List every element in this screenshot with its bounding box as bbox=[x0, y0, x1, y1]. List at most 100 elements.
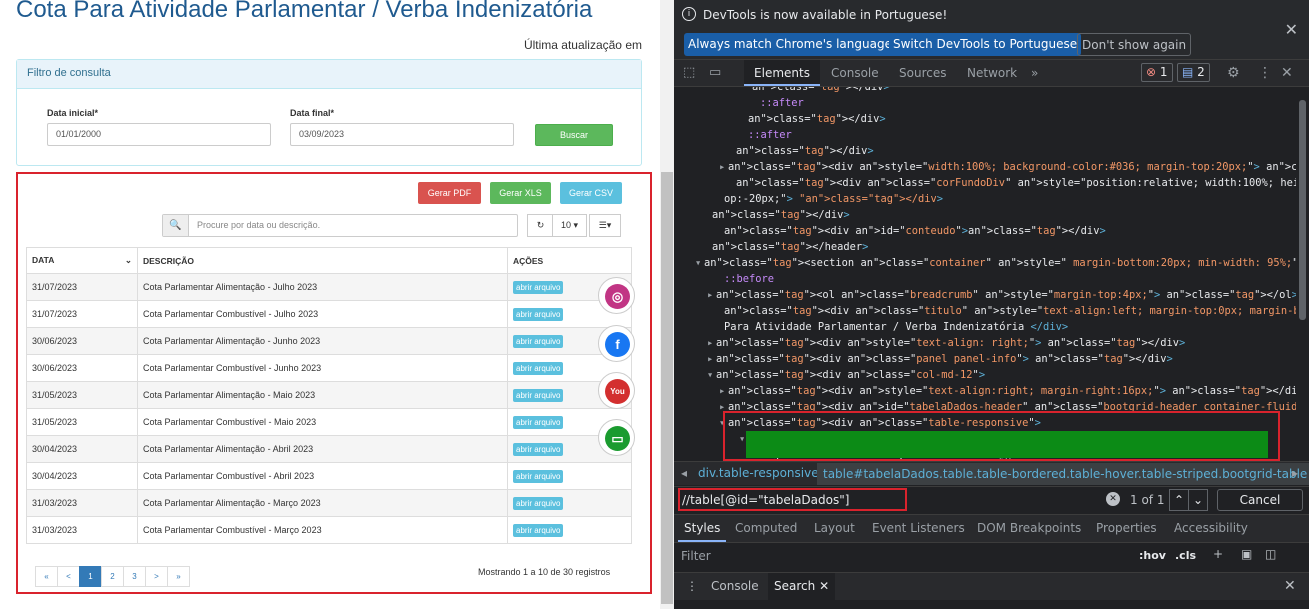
settings-icon[interactable]: ⚙ bbox=[1227, 60, 1240, 86]
table-row[interactable]: 30/06/2023 Cota Parlamentar Alimentação -… bbox=[26, 327, 632, 355]
tab-console[interactable]: Console bbox=[831, 60, 879, 86]
dom-line[interactable]: ▸ an">class="tag"><div an">class="panel p… bbox=[707, 351, 1173, 367]
table-row[interactable]: 31/03/2023 Cota Parlamentar Combustível -… bbox=[26, 516, 632, 544]
open-file-button[interactable]: abrir arquivo bbox=[513, 334, 564, 348]
switch-language-button[interactable]: Switch DevTools to Portuguese bbox=[889, 33, 1082, 56]
tab-dom-breakpoints[interactable]: DOM Breakpoints bbox=[977, 521, 1081, 535]
drawer-menu-icon[interactable]: ⋮ bbox=[686, 579, 698, 593]
dom-line[interactable]: ▸ an">class="tag"><div an">style="text-al… bbox=[707, 335, 1185, 351]
dom-line[interactable]: an">class="tag"><div an">id="conteudo">a… bbox=[724, 223, 1106, 239]
open-file-button[interactable]: abrir arquivo bbox=[513, 280, 564, 294]
table-row[interactable]: 31/05/2023 Cota Parlamentar Alimentação -… bbox=[26, 381, 632, 409]
close-devtools-icon[interactable]: ✕ bbox=[1281, 60, 1293, 86]
breadcrumb-item-table[interactable]: table#tabelaDados.table.table-bordered.t… bbox=[817, 463, 1309, 485]
hov-toggle[interactable]: :hov bbox=[1139, 549, 1166, 562]
csv-button[interactable]: Gerar CSV bbox=[560, 182, 622, 204]
last-page-button[interactable]: » bbox=[167, 566, 190, 587]
drawer-tab-search[interactable]: Search ✕ bbox=[768, 573, 836, 600]
table-row[interactable]: 31/07/2023 Cota Parlamentar Combustível -… bbox=[26, 300, 632, 328]
dom-line[interactable]: ::after bbox=[760, 95, 804, 111]
tab-event-listeners[interactable]: Event Listeners bbox=[872, 521, 965, 535]
page-button-3[interactable]: 3 bbox=[123, 566, 146, 587]
pdf-button[interactable]: Gerar PDF bbox=[418, 182, 481, 204]
tab-properties[interactable]: Properties bbox=[1096, 521, 1157, 535]
open-file-button[interactable]: abrir arquivo bbox=[513, 388, 564, 402]
xls-button[interactable]: Gerar XLS bbox=[490, 182, 551, 204]
styles-filter-input[interactable]: Filter bbox=[681, 549, 711, 563]
table-row[interactable]: 31/05/2023 Cota Parlamentar Combustível -… bbox=[26, 408, 632, 436]
table-search-input[interactable]: Procure por data ou descrição. bbox=[197, 220, 320, 230]
dont-show-button[interactable]: Don't show again bbox=[1077, 33, 1192, 56]
page-button-1[interactable]: 1 bbox=[79, 566, 102, 587]
dom-line[interactable]: ▸ an">class="tag"><div an">style="width:1… bbox=[719, 159, 1296, 175]
close-icon[interactable]: ✕ bbox=[1285, 20, 1298, 39]
page-size-dropdown[interactable]: 10 ▾ bbox=[552, 214, 587, 237]
messages-badge[interactable]: ▤ 2 bbox=[1177, 63, 1210, 82]
table-row[interactable]: 31/07/2023 Cota Parlamentar Alimentação -… bbox=[26, 273, 632, 301]
open-file-button[interactable]: abrir arquivo bbox=[513, 415, 564, 429]
dom-line[interactable]: an">class="tag"></div> bbox=[736, 143, 874, 159]
column-header-date[interactable]: DATA ⌄ bbox=[26, 247, 138, 274]
columns-menu-icon[interactable]: ☰▾ bbox=[589, 214, 621, 237]
new-rule-icon[interactable]: + bbox=[1213, 547, 1223, 561]
clear-search-icon[interactable]: ✕ bbox=[1106, 492, 1120, 506]
breadcrumb-left-icon[interactable]: ◂ bbox=[681, 466, 687, 480]
cls-toggle[interactable]: .cls bbox=[1175, 549, 1196, 562]
instagram-icon[interactable]: ◎ bbox=[598, 277, 635, 314]
youtube-icon[interactable]: You bbox=[598, 372, 635, 409]
dom-line[interactable]: an">class="tag"></div> bbox=[712, 207, 850, 223]
search-next-icon[interactable]: ⌄ bbox=[1188, 489, 1208, 511]
dom-line[interactable]: an">class="tag"></div> bbox=[752, 87, 890, 95]
open-file-button[interactable]: abrir arquivo bbox=[513, 361, 564, 375]
dom-line[interactable]: ::before bbox=[724, 271, 774, 287]
drawer-tab-console[interactable]: Console bbox=[711, 579, 759, 593]
tab-styles[interactable]: Styles bbox=[678, 515, 727, 542]
dom-line[interactable]: Para Atividade Parlamentar / Verba Inden… bbox=[724, 319, 1068, 335]
dom-line[interactable]: op:-20px;"> "an">class="tag"></div> bbox=[724, 191, 943, 207]
dom-line[interactable]: ▸ an">class="tag"><div an">style="text-al… bbox=[719, 383, 1296, 399]
tab-computed[interactable]: Computed bbox=[735, 521, 797, 535]
close-drawer-icon[interactable]: ✕ bbox=[1284, 578, 1296, 594]
table-row[interactable]: 31/03/2023 Cota Parlamentar Alimentação -… bbox=[26, 489, 632, 517]
next-page-button[interactable]: > bbox=[145, 566, 168, 587]
page-scrollbar-thumb[interactable] bbox=[661, 172, 673, 604]
page-button-2[interactable]: 2 bbox=[101, 566, 124, 587]
search-button[interactable]: Buscar bbox=[535, 124, 613, 146]
column-header-description[interactable]: DESCRIÇÃO bbox=[137, 247, 508, 274]
dom-line[interactable]: an">class="tag"><div an">class="titulo" … bbox=[724, 303, 1296, 319]
device-toolbar-icon[interactable]: ▭ bbox=[709, 60, 721, 86]
errors-badge[interactable]: ⊗ 1 bbox=[1141, 63, 1173, 82]
refresh-icon[interactable]: ↻ bbox=[527, 214, 554, 237]
breadcrumb-item-div[interactable]: div.table-responsive bbox=[698, 466, 819, 480]
dom-line[interactable]: ▸ an">class="tag"><ol an">class="breadcru… bbox=[707, 287, 1296, 303]
end-date-input[interactable]: 03/09/2023 bbox=[290, 123, 514, 146]
match-language-button[interactable]: Always match Chrome's language bbox=[684, 33, 896, 56]
open-file-button[interactable]: abrir arquivo bbox=[513, 307, 564, 321]
dom-line[interactable]: an">class="tag"></div> bbox=[748, 111, 886, 127]
search-prev-icon[interactable]: ⌃ bbox=[1169, 489, 1189, 511]
open-file-button[interactable]: abrir arquivo bbox=[513, 523, 564, 537]
tab-sources[interactable]: Sources bbox=[899, 60, 946, 86]
more-options-icon[interactable]: ⋮ bbox=[1258, 60, 1272, 86]
inspect-icon[interactable]: ⬚ bbox=[683, 60, 695, 86]
close-drawer-tab-icon[interactable]: ✕ bbox=[819, 579, 829, 593]
dom-line[interactable]: an">class="tag"></header> bbox=[712, 239, 868, 255]
dom-line[interactable]: ::after bbox=[748, 127, 792, 143]
more-tabs-icon[interactable]: » bbox=[1031, 60, 1038, 86]
sidebar-toggle-icon[interactable]: ◫ bbox=[1265, 547, 1276, 561]
open-file-button[interactable]: abrir arquivo bbox=[513, 469, 564, 483]
first-page-button[interactable]: « bbox=[35, 566, 58, 587]
table-row[interactable]: 30/06/2023 Cota Parlamentar Combustível -… bbox=[26, 354, 632, 382]
tv-icon[interactable]: ▭ bbox=[598, 419, 635, 456]
table-row[interactable]: 30/04/2023 Cota Parlamentar Combustível -… bbox=[26, 462, 632, 490]
dom-line[interactable]: ▾ an">class="tag"><section an">class="con… bbox=[695, 255, 1296, 271]
table-row[interactable]: 30/04/2023 Cota Parlamentar Alimentação -… bbox=[26, 435, 632, 463]
tab-elements[interactable]: Elements bbox=[744, 60, 820, 86]
facebook-icon[interactable]: f bbox=[598, 325, 635, 362]
cancel-search-button[interactable]: Cancel bbox=[1217, 489, 1303, 511]
start-date-input[interactable]: 01/01/2000 bbox=[47, 123, 271, 146]
dom-line[interactable]: an">class="tag"><div an">class="corFundo… bbox=[736, 175, 1296, 191]
tab-accessibility[interactable]: Accessibility bbox=[1174, 521, 1248, 535]
dom-line[interactable]: ▾ an">class="tag"><div an">class="col-md-… bbox=[707, 367, 985, 383]
open-file-button[interactable]: abrir arquivo bbox=[513, 442, 564, 456]
